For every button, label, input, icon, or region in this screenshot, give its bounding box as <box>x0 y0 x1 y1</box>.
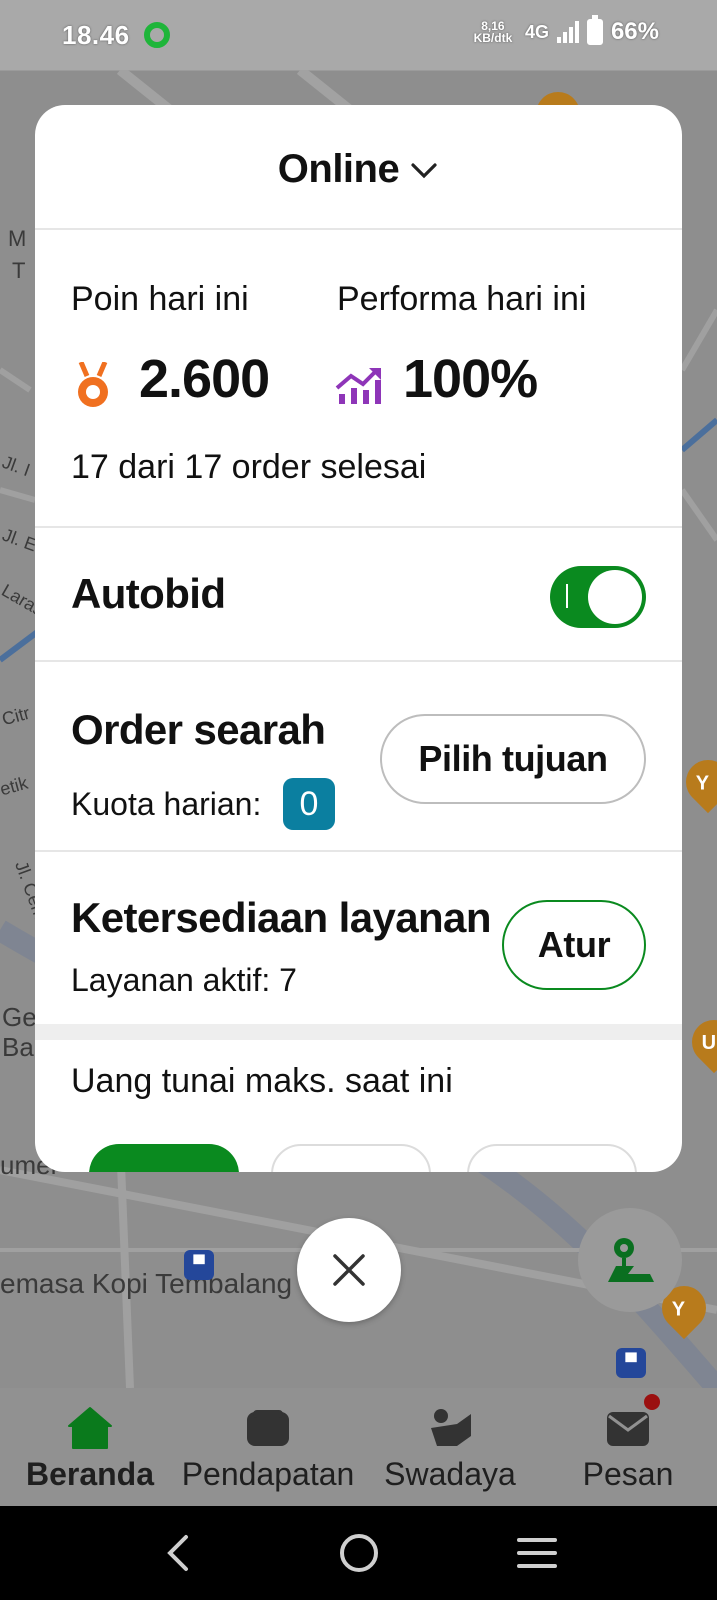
online-status-title[interactable]: Online <box>278 147 400 192</box>
service-availability-row: Ketersediaan layanan Layanan aktif: 7 At… <box>35 852 682 1040</box>
back-button[interactable] <box>154 1528 204 1578</box>
quota-badge: 0 <box>283 778 335 830</box>
inbox-icon <box>607 1412 649 1446</box>
quota-label: Kuota harian: <box>71 786 262 822</box>
network-type: 4G <box>524 21 549 42</box>
trending-up-icon <box>335 368 381 404</box>
battery-icon <box>586 15 603 45</box>
nav-item-pendapatan[interactable]: Pendapatan <box>176 1388 360 1506</box>
close-icon <box>333 1254 365 1286</box>
circle-home-icon <box>340 1534 378 1572</box>
status-sheet: Online Poin hari ini Performa hari ini 2… <box>35 105 682 1172</box>
nav-item-beranda[interactable]: Beranda <box>10 1388 170 1506</box>
medal-icon <box>78 362 108 407</box>
cash-option-chip[interactable] <box>89 1144 239 1172</box>
map-label: emasa Kopi Tembalang <box>0 1268 293 1299</box>
status-bar: 18.46 8,16 KB/dtk 4G 66% <box>0 0 717 70</box>
toggle-on-mark <box>566 584 568 608</box>
points-label: Poin hari ini <box>71 280 249 318</box>
battery-percent: 66% <box>610 18 659 45</box>
nav-item-pesan[interactable]: Pesan <box>548 1388 708 1506</box>
autobid-row: Autobid <box>35 528 682 662</box>
network-speed-unit: KB/dtk <box>473 31 513 45</box>
max-cash-label: Uang tunai maks. saat ini <box>71 1062 453 1100</box>
nav-label: Beranda <box>25 1456 155 1492</box>
map-label: M <box>8 226 27 251</box>
network-speed: 8,16 KB/dtk <box>469 20 517 44</box>
active-services: Layanan aktif: 7 <box>71 962 297 998</box>
my-location-button[interactable] <box>578 1208 682 1312</box>
nav-item-swadaya[interactable]: Swadaya <box>370 1388 530 1506</box>
home-icon <box>68 1407 112 1449</box>
cash-option-chip[interactable] <box>271 1144 431 1172</box>
system-navigation-bar <box>0 1506 717 1600</box>
sheet-header[interactable]: Online <box>35 105 682 230</box>
order-searah-title: Order searah <box>71 706 326 753</box>
points-value: 2.600 <box>139 349 270 409</box>
signal-icon <box>556 21 579 43</box>
map-label: Ba <box>2 1032 34 1062</box>
map-label: T <box>12 258 26 283</box>
back-icon <box>167 1535 188 1571</box>
map-label: Ge <box>2 1002 37 1032</box>
autobid-toggle[interactable] <box>550 566 646 628</box>
performance-value: 100% <box>403 349 538 409</box>
community-icon <box>431 1409 471 1446</box>
performance-label: Performa hari ini <box>337 280 587 318</box>
orders-completed: 17 dari 17 order selesai <box>71 448 427 486</box>
close-sheet-button[interactable] <box>297 1218 401 1322</box>
status-right: 8,16 KB/dtk 4G 66% <box>469 15 659 46</box>
menu-system-button[interactable] <box>512 1528 562 1578</box>
nav-label: Pesan <box>582 1456 674 1492</box>
nav-label: Pendapatan <box>181 1456 355 1492</box>
daily-stats: Poin hari ini Performa hari ini 2.600 10… <box>35 230 682 528</box>
toggle-knob <box>588 570 642 624</box>
status-time: 18.46 <box>62 20 130 50</box>
availability-title: Ketersediaan layanan <box>71 894 491 941</box>
app-notification-icon <box>144 22 170 48</box>
max-cash-row: Uang tunai maks. saat ini <box>35 1040 682 1172</box>
wallet-icon <box>247 1410 289 1446</box>
home-system-button[interactable] <box>334 1528 384 1578</box>
nav-label: Swadaya <box>384 1456 516 1492</box>
chevron-down-icon[interactable] <box>409 155 439 185</box>
configure-button[interactable]: Atur <box>502 900 646 990</box>
order-searah-row: Order searah Kuota harian: 0 Pilih tujua… <box>35 662 682 852</box>
bus-stop-icon[interactable]: ▀ <box>616 1348 646 1378</box>
bottom-navigation: Beranda Pendapatan Swadaya Pesan <box>0 1388 717 1506</box>
cash-option-chip[interactable] <box>467 1144 637 1172</box>
autobid-label: Autobid <box>71 570 226 617</box>
notification-dot <box>644 1394 660 1410</box>
location-person-icon <box>608 1238 654 1282</box>
bus-stop-icon[interactable]: ▀ <box>184 1250 214 1280</box>
menu-icon <box>517 1538 557 1568</box>
choose-destination-button[interactable]: Pilih tujuan <box>380 714 646 804</box>
